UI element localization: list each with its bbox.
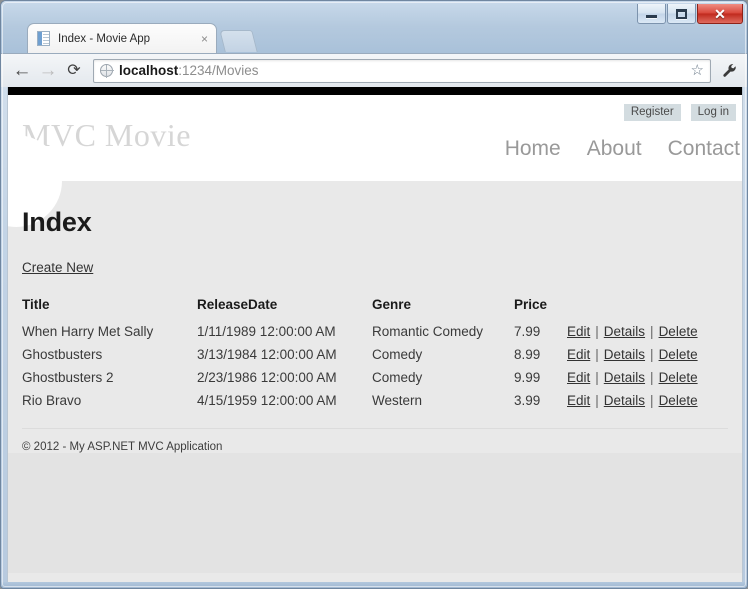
action-separator: | — [595, 324, 599, 339]
table-header: Title ReleaseDate Genre Price — [22, 297, 708, 320]
url-path: :1234/Movies — [178, 63, 259, 78]
copyright-text: © 2012 - My ASP.NET MVC Application — [22, 441, 223, 453]
table-row: Rio Bravo 4/15/1959 12:00:00 AM Western … — [22, 389, 708, 412]
wrench-icon[interactable] — [717, 59, 741, 83]
page-empty-area — [8, 453, 742, 573]
cell-releasedate: 1/11/1989 12:00:00 AM — [197, 324, 336, 339]
cell-actions: Edit | Details | Delete — [567, 343, 708, 366]
edit-link[interactable]: Edit — [567, 324, 590, 339]
action-separator: | — [650, 370, 654, 385]
movies-table: Title ReleaseDate Genre Price When Harry… — [22, 297, 708, 412]
page-top-bar — [8, 87, 742, 95]
browser-window: ✕ Index - Movie App × ← → ⟳ localhost:12… — [0, 0, 748, 589]
action-separator: | — [595, 347, 599, 362]
minimize-button[interactable] — [637, 4, 666, 24]
table-header-row: Title ReleaseDate Genre Price — [22, 297, 708, 320]
register-link[interactable]: Register — [623, 104, 681, 121]
cell-genre: Comedy — [372, 347, 423, 362]
tab-title: Index - Movie App — [58, 32, 151, 45]
table-row: Ghostbusters 3/13/1984 12:00:00 AM Comed… — [22, 343, 708, 366]
column-header-genre: Genre — [372, 297, 412, 312]
cell-title: Rio Bravo — [22, 393, 82, 408]
url-host: localhost — [119, 63, 179, 78]
action-separator: | — [650, 347, 654, 362]
action-separator: | — [650, 324, 654, 339]
cell-price: 7.99 — [514, 324, 541, 339]
content-wrapper: Index Create New Title ReleaseDate Genre… — [8, 135, 742, 573]
cell-genre: Romantic Comedy — [372, 324, 484, 339]
create-new-link[interactable]: Create New — [22, 260, 93, 275]
column-header-actions — [567, 297, 708, 320]
delete-link[interactable]: Delete — [659, 347, 698, 362]
edit-link[interactable]: Edit — [567, 370, 590, 385]
maximize-icon — [676, 8, 687, 19]
delete-link[interactable]: Delete — [659, 370, 698, 385]
url-text: localhost:1234/Movies — [119, 63, 689, 78]
maximize-button[interactable] — [667, 4, 696, 24]
cell-title: Ghostbusters — [22, 347, 103, 362]
details-link[interactable]: Details — [604, 393, 645, 408]
details-link[interactable]: Details — [604, 347, 645, 362]
column-header-releasedate: ReleaseDate — [197, 297, 278, 312]
new-tab-button[interactable] — [219, 30, 258, 52]
tab-strip: Index - Movie App × — [1, 23, 747, 53]
login-link[interactable]: Log in — [690, 104, 736, 121]
main-content: Index Create New Title ReleaseDate Genre… — [8, 181, 742, 412]
globe-icon — [100, 64, 114, 78]
details-link[interactable]: Details — [604, 370, 645, 385]
table-row: When Harry Met Sally 1/11/1989 12:00:00 … — [22, 320, 708, 343]
window-controls: ✕ — [637, 4, 743, 24]
delete-link[interactable]: Delete — [659, 393, 698, 408]
cell-actions: Edit | Details | Delete — [567, 366, 708, 389]
edit-link[interactable]: Edit — [567, 347, 590, 362]
main-navigation: Home About Contact — [505, 137, 740, 161]
nav-item-home[interactable]: Home — [505, 137, 561, 161]
cell-title: When Harry Met Sally — [22, 324, 154, 339]
footer-divider — [22, 428, 728, 429]
minimize-icon — [646, 14, 657, 18]
nav-item-about[interactable]: About — [587, 137, 642, 161]
cell-releasedate: 4/15/1959 12:00:00 AM — [197, 393, 337, 408]
cell-price: 3.99 — [514, 393, 541, 408]
address-bar[interactable]: localhost:1234/Movies ☆ — [93, 58, 711, 83]
cell-price: 9.99 — [514, 370, 541, 385]
cell-title: Ghostbusters 2 — [22, 370, 114, 385]
cell-actions: Edit | Details | Delete — [567, 320, 708, 343]
page-viewport: MVC Movie Register Log in Home About Con… — [7, 87, 743, 584]
auth-links: Register Log in — [623, 104, 736, 121]
cell-releasedate: 3/13/1984 12:00:00 AM — [197, 347, 337, 362]
close-button[interactable]: ✕ — [697, 4, 743, 24]
cell-genre: Comedy — [372, 370, 423, 385]
cell-releasedate: 2/23/1986 12:00:00 AM — [197, 370, 337, 385]
table-body: When Harry Met Sally 1/11/1989 12:00:00 … — [22, 320, 708, 412]
cell-actions: Edit | Details | Delete — [567, 389, 708, 412]
details-link[interactable]: Details — [604, 324, 645, 339]
page-title: Index — [22, 207, 92, 237]
reload-button[interactable]: ⟳ — [61, 58, 87, 84]
tab-close-icon[interactable]: × — [199, 33, 210, 45]
bookmark-star-icon[interactable]: ☆ — [689, 63, 706, 78]
action-separator: | — [650, 393, 654, 408]
browser-toolbar: ← → ⟳ localhost:1234/Movies ☆ — [1, 53, 747, 87]
table-row: Ghostbusters 2 2/23/1986 12:00:00 AM Com… — [22, 366, 708, 389]
column-header-title: Title — [22, 297, 50, 312]
forward-button[interactable]: → — [35, 58, 61, 84]
nav-item-contact[interactable]: Contact — [668, 137, 740, 161]
browser-tab-index-movie-app[interactable]: Index - Movie App × — [27, 23, 217, 53]
close-icon: ✕ — [714, 5, 726, 22]
back-button[interactable]: ← — [9, 58, 35, 84]
column-header-price: Price — [514, 297, 548, 312]
page-icon — [37, 31, 51, 46]
cell-genre: Western — [372, 393, 423, 408]
action-separator: | — [595, 370, 599, 385]
edit-link[interactable]: Edit — [567, 393, 590, 408]
site-header: MVC Movie Register Log in Home About Con… — [8, 95, 742, 181]
window-bottom-edge — [1, 582, 747, 588]
page-footer: © 2012 - My ASP.NET MVC Application — [8, 412, 742, 453]
action-separator: | — [595, 393, 599, 408]
cell-price: 8.99 — [514, 347, 541, 362]
delete-link[interactable]: Delete — [659, 324, 698, 339]
